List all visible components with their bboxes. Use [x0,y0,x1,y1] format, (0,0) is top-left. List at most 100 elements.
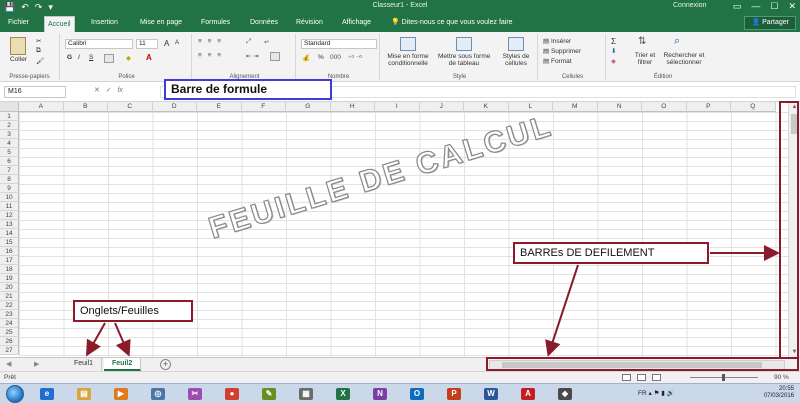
column-header[interactable]: N [597,102,642,112]
percent-button[interactable]: % [318,54,324,61]
clear-icon[interactable]: ◈ [611,57,616,65]
cell-styles-button[interactable]: Styles de cellules [498,53,534,67]
taskbar-paint-button[interactable]: ✎ [258,386,280,402]
wrap-text-icon[interactable]: ↵ [264,38,269,46]
row-header[interactable]: 11 [0,202,19,211]
column-header[interactable]: K [464,102,509,112]
borders-icon[interactable] [104,54,114,63]
cell-styles-icon[interactable] [508,37,524,51]
taskbar-onenote-button[interactable]: N [369,386,391,402]
grow-font-icon[interactable]: A [164,39,169,48]
vertical-align-icons[interactable]: ≡ ≡ ≡ [198,38,223,45]
font-name-select[interactable]: Calibri [65,39,133,49]
tab-review[interactable]: Révision [293,17,326,29]
sheet-tab-feuil2[interactable]: Feuil2 [104,358,142,371]
column-header[interactable]: O [642,102,687,112]
add-sheet-icon[interactable]: + [160,359,171,370]
row-header[interactable]: 1 [0,112,19,121]
share-button[interactable]: 👤 Partager [744,16,796,30]
row-header[interactable]: 5 [0,148,19,157]
column-header[interactable]: M [553,102,598,112]
row-header[interactable]: 3 [0,130,19,139]
font-color-icon[interactable]: A [146,53,152,62]
column-header[interactable]: Q [731,102,776,112]
column-header[interactable]: P [686,102,731,112]
tab-file[interactable]: Fichier [5,17,32,29]
tray-chevron-icon[interactable]: ▴ [648,390,651,397]
zoom-level[interactable]: 90 % [774,374,789,381]
row-header[interactable]: 13 [0,220,19,229]
comma-style-icon[interactable]: 000 [330,54,341,61]
insert-function-icon[interactable]: fx [117,87,122,94]
taskbar-pdf-button[interactable]: A [517,386,539,402]
page-layout-view-icon[interactable] [637,374,646,381]
column-header[interactable]: E [197,102,242,112]
sort-filter-icon[interactable]: ⇅ [638,36,646,47]
column-header[interactable]: I [375,102,420,112]
taskbar-ie-button[interactable]: e [36,386,58,402]
paste-label[interactable]: Coller [10,56,27,63]
sheet-tab-feuil1[interactable]: Feuil1 [66,358,103,371]
row-header[interactable]: 19 [0,274,19,283]
taskbar-excel-button[interactable]: X [332,386,354,402]
row-header[interactable]: 26 [0,337,19,346]
taskbar-app-button[interactable]: ◆ [554,386,576,402]
underline-button[interactable]: S [89,54,93,61]
tab-home[interactable]: Accueil [44,16,75,32]
column-header[interactable]: J [419,102,464,112]
find-icon[interactable]: ⌕ [674,35,680,48]
row-header[interactable]: 20 [0,283,19,292]
conditional-formatting-button[interactable]: Mise en forme conditionnelle [386,53,430,67]
page-break-view-icon[interactable] [652,374,661,381]
row-header[interactable]: 6 [0,157,19,166]
start-button-icon[interactable] [6,385,24,403]
taskbar-explorer-button[interactable]: ▤ [73,386,95,402]
row-header[interactable]: 10 [0,193,19,202]
italic-button[interactable]: I [78,54,80,61]
find-select-button[interactable]: Rechercher et sélectionner [660,52,708,66]
next-sheet-icon[interactable]: ▶ [34,360,39,368]
fill-color-icon[interactable]: ◆ [126,54,131,62]
ribbon-display-icon[interactable]: ▭ [733,0,742,13]
row-header[interactable]: 17 [0,256,19,265]
row-header[interactable]: 2 [0,121,19,130]
tab-formulas[interactable]: Formules [198,17,233,29]
delete-cells-button[interactable]: ▤ Supprimer [543,47,581,55]
format-as-table-icon[interactable] [456,37,472,51]
tab-view[interactable]: Affichage [339,17,374,29]
column-header[interactable]: D [152,102,197,112]
currency-icon[interactable]: 💰 [302,54,310,62]
taskbar-network-button[interactable]: ◎ [147,386,169,402]
column-header[interactable]: F [241,102,286,112]
orientation-icon[interactable]: ⤢ [246,38,251,46]
taskbar-calc-button[interactable]: ▦ [295,386,317,402]
copy-icon[interactable]: ⧉ [36,47,41,55]
row-header[interactable]: 4 [0,139,19,148]
bold-button[interactable]: G [67,54,72,61]
row-header[interactable]: 7 [0,166,19,175]
horizontal-align-icons[interactable]: ≡ ≡ ≡ [198,52,223,59]
column-header[interactable]: H [330,102,375,112]
merge-center-icon[interactable] [270,52,280,61]
column-header[interactable]: A [19,102,64,112]
row-header[interactable]: 14 [0,229,19,238]
select-all-corner[interactable] [0,102,19,112]
conditional-formatting-icon[interactable] [400,37,416,51]
format-painter-icon[interactable]: 🖌 [36,57,44,65]
clock[interactable]: 20:55 07/03/2016 [764,386,794,400]
taskbar-media-button[interactable]: ▶ [110,386,132,402]
prev-sheet-icon[interactable]: ◀ [6,360,11,368]
tab-data[interactable]: Données [247,17,281,29]
shrink-font-icon[interactable]: A [175,40,179,46]
autosum-icon[interactable]: Σ [611,37,616,46]
column-header[interactable]: C [108,102,153,112]
number-format-select[interactable]: Standard [301,39,377,49]
sort-filter-button[interactable]: Trier et filtrer [630,52,660,66]
normal-view-icon[interactable] [622,374,631,381]
sign-in-link[interactable]: Connexion [673,2,706,9]
cut-icon[interactable]: ✂ [36,37,41,45]
taskbar-powerpoint-button[interactable]: P [443,386,465,402]
row-header[interactable]: 24 [0,319,19,328]
tell-me-box[interactable]: 💡 Dites-nous ce que vous voulez faire [388,17,516,29]
format-as-table-button[interactable]: Mettre sous forme de tableau [438,53,490,67]
